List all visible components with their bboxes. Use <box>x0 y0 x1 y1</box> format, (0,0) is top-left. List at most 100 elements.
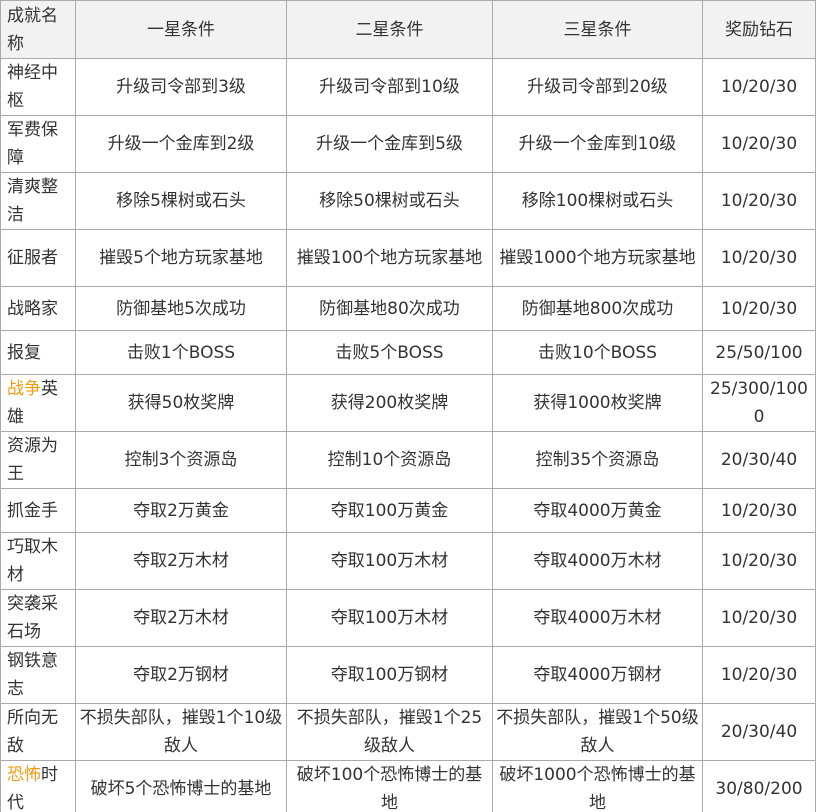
one-star-condition: 夺取2万钢材 <box>75 646 287 704</box>
one-star-condition: 不损失部队，摧毁1个10级敌人 <box>75 703 287 761</box>
diamond-reward: 10/20/30 <box>702 488 816 533</box>
achievement-name: 军费保障 <box>0 115 76 173</box>
achievement-name: 抓金手 <box>0 488 76 533</box>
two-star-condition: 夺取100万木材 <box>286 532 493 590</box>
diamond-reward: 10/20/30 <box>702 229 816 287</box>
name-text: 所向无敌 <box>7 708 58 756</box>
header-reward: 奖励钻石 <box>702 0 816 59</box>
one-star-condition: 夺取2万木材 <box>75 589 287 647</box>
one-star-condition: 击败1个BOSS <box>75 330 287 375</box>
three-star-condition: 破坏1000个恐怖博士的基地 <box>492 760 703 812</box>
name-highlight: 恐怖 <box>7 765 41 785</box>
two-star-condition: 夺取100万黄金 <box>286 488 493 533</box>
three-star-condition: 击败10个BOSS <box>492 330 703 375</box>
three-star-condition: 夺取4000万黄金 <box>492 488 703 533</box>
three-star-condition: 升级司令部到20级 <box>492 58 703 116</box>
one-star-condition: 升级一个金库到2级 <box>75 115 287 173</box>
table-row: 战略家 防御基地5次成功 防御基地80次成功 防御基地800次成功 10/20/… <box>0 286 816 331</box>
achievement-name: 钢铁意志 <box>0 646 76 704</box>
name-text: 神经中枢 <box>7 63 58 111</box>
one-star-condition: 移除5棵树或石头 <box>75 172 287 230</box>
name-text: 战略家 <box>7 298 58 319</box>
two-star-condition: 摧毁100个地方玩家基地 <box>286 229 493 287</box>
achievement-name: 所向无敌 <box>0 703 76 761</box>
achievement-name: 报复 <box>0 330 76 375</box>
diamond-reward: 10/20/30 <box>702 115 816 173</box>
table-row: 清爽整洁 移除5棵树或石头 移除50棵树或石头 移除100棵树或石头 10/20… <box>0 172 816 230</box>
name-text: 征服者 <box>7 248 58 268</box>
name-text: 钢铁意志 <box>7 651 58 699</box>
name-text: 军费保障 <box>7 120 58 168</box>
name-text: 清爽整洁 <box>7 177 58 225</box>
diamond-reward: 25/50/100 <box>702 330 816 375</box>
name-text: 巧取木材 <box>7 537 58 585</box>
achievement-name: 恐怖时代 <box>0 760 76 812</box>
achievement-name: 资源为王 <box>0 431 76 489</box>
achievement-name: 清爽整洁 <box>0 172 76 230</box>
three-star-condition: 夺取4000万木材 <box>492 532 703 590</box>
two-star-condition: 升级司令部到10级 <box>286 58 493 116</box>
header-row: 成就名称 一星条件 二星条件 三星条件 奖励钻石 <box>0 0 816 59</box>
one-star-condition: 夺取2万木材 <box>75 532 287 590</box>
diamond-reward: 20/30/40 <box>702 431 816 489</box>
name-text: 抓金手 <box>7 500 58 521</box>
achievement-table: 成就名称 一星条件 二星条件 三星条件 奖励钻石 神经中枢 升级司令部到3级 升… <box>0 0 816 812</box>
achievement-name: 战略家 <box>0 286 76 331</box>
name-text: 资源为王 <box>7 436 58 484</box>
name-text: 报复 <box>7 342 41 363</box>
header-three-star: 三星条件 <box>492 0 703 59</box>
three-star-condition: 升级一个金库到10级 <box>492 115 703 173</box>
table-row: 报复 击败1个BOSS 击败5个BOSS 击败10个BOSS 25/50/100 <box>0 330 816 375</box>
achievement-name: 神经中枢 <box>0 58 76 116</box>
one-star-condition: 升级司令部到3级 <box>75 58 287 116</box>
table-row: 巧取木材 夺取2万木材 夺取100万木材 夺取4000万木材 10/20/30 <box>0 532 816 590</box>
three-star-condition: 防御基地800次成功 <box>492 286 703 331</box>
two-star-condition: 破坏100个恐怖博士的基地 <box>286 760 493 812</box>
header-name: 成就名称 <box>0 0 76 59</box>
table-row: 钢铁意志 夺取2万钢材 夺取100万钢材 夺取4000万钢材 10/20/30 <box>0 646 816 704</box>
three-star-condition: 摧毁1000个地方玩家基地 <box>492 229 703 287</box>
table-row: 战争英雄 获得50枚奖牌 获得200枚奖牌 获得1000枚奖牌 25/300/1… <box>0 374 816 432</box>
one-star-condition: 摧毁5个地方玩家基地 <box>75 229 287 287</box>
two-star-condition: 防御基地80次成功 <box>286 286 493 331</box>
name-highlight: 战争 <box>7 379 41 399</box>
two-star-condition: 击败5个BOSS <box>286 330 493 375</box>
diamond-reward: 10/20/30 <box>702 58 816 116</box>
diamond-reward: 20/30/40 <box>702 703 816 761</box>
two-star-condition: 夺取100万木材 <box>286 589 493 647</box>
table-row: 征服者 摧毁5个地方玩家基地 摧毁100个地方玩家基地 摧毁1000个地方玩家基… <box>0 229 816 287</box>
diamond-reward: 10/20/30 <box>702 532 816 590</box>
one-star-condition: 破坏5个恐怖博士的基地 <box>75 760 287 812</box>
achievement-name: 战争英雄 <box>0 374 76 432</box>
three-star-condition: 夺取4000万木材 <box>492 589 703 647</box>
one-star-condition: 夺取2万黄金 <box>75 488 287 533</box>
one-star-condition: 防御基地5次成功 <box>75 286 287 331</box>
diamond-reward: 10/20/30 <box>702 172 816 230</box>
two-star-condition: 控制10个资源岛 <box>286 431 493 489</box>
name-text: 突袭采石场 <box>7 594 58 642</box>
header-one-star: 一星条件 <box>75 0 287 59</box>
one-star-condition: 控制3个资源岛 <box>75 431 287 489</box>
two-star-condition: 升级一个金库到5级 <box>286 115 493 173</box>
table-row: 所向无敌 不损失部队，摧毁1个10级敌人 不损失部队，摧毁1个25级敌人 不损失… <box>0 703 816 761</box>
diamond-reward: 30/80/200 <box>702 760 816 812</box>
three-star-condition: 夺取4000万钢材 <box>492 646 703 704</box>
two-star-condition: 不损失部队，摧毁1个25级敌人 <box>286 703 493 761</box>
achievement-name: 征服者 <box>0 229 76 287</box>
three-star-condition: 不损失部队，摧毁1个50级敌人 <box>492 703 703 761</box>
table-row: 军费保障 升级一个金库到2级 升级一个金库到5级 升级一个金库到10级 10/2… <box>0 115 816 173</box>
diamond-reward: 10/20/30 <box>702 589 816 647</box>
three-star-condition: 控制35个资源岛 <box>492 431 703 489</box>
diamond-reward: 25/300/1000 <box>702 374 816 432</box>
diamond-reward: 10/20/30 <box>702 286 816 331</box>
three-star-condition: 移除100棵树或石头 <box>492 172 703 230</box>
table-row: 神经中枢 升级司令部到3级 升级司令部到10级 升级司令部到20级 10/20/… <box>0 58 816 116</box>
achievement-name: 突袭采石场 <box>0 589 76 647</box>
achievement-name: 巧取木材 <box>0 532 76 590</box>
table-row: 恐怖时代 破坏5个恐怖博士的基地 破坏100个恐怖博士的基地 破坏1000个恐怖… <box>0 760 816 812</box>
one-star-condition: 获得50枚奖牌 <box>75 374 287 432</box>
three-star-condition: 获得1000枚奖牌 <box>492 374 703 432</box>
table-row: 抓金手 夺取2万黄金 夺取100万黄金 夺取4000万黄金 10/20/30 <box>0 488 816 533</box>
two-star-condition: 获得200枚奖牌 <box>286 374 493 432</box>
two-star-condition: 移除50棵树或石头 <box>286 172 493 230</box>
